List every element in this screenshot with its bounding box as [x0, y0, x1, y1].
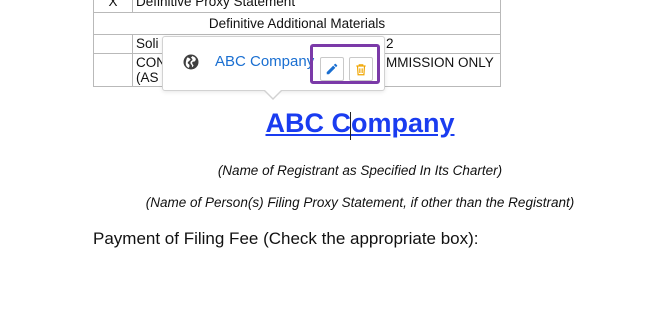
table-cell: Definitive Additional Materials	[93, 12, 501, 35]
cell-tail: MMISSION ONLY	[386, 55, 494, 70]
cell-text: Soli	[136, 36, 159, 51]
table-row: X Definitive Proxy Statement	[93, 0, 501, 13]
cell-tail: 2	[386, 36, 394, 51]
remove-link-button[interactable]	[349, 57, 373, 81]
payment-heading: Payment of Filing Fee (Check the appropr…	[93, 229, 479, 248]
table-cell: Definitive Proxy Statement	[132, 0, 501, 13]
caption-filer: (Name of Person(s) Filing Proxy Statemen…	[145, 195, 575, 210]
pencil-icon	[326, 63, 338, 75]
checkbox-mark[interactable]	[93, 53, 133, 87]
link-url-text[interactable]: ABC Company	[215, 53, 314, 70]
edit-link-button[interactable]	[320, 57, 344, 81]
globe-icon	[183, 54, 199, 70]
checkbox-mark[interactable]: X	[93, 0, 133, 13]
table-row: Definitive Additional Materials	[93, 12, 501, 35]
action-highlight	[310, 44, 380, 84]
link-popup: ABC Company	[162, 36, 385, 100]
text-cursor	[350, 112, 351, 140]
company-name-link[interactable]: ABC Company	[0, 108, 650, 139]
cell-text-line2: (AS	[136, 70, 159, 85]
trash-icon	[356, 63, 366, 75]
caption-registrant: (Name of Registrant as Specified In Its …	[217, 163, 503, 178]
checkbox-mark[interactable]	[93, 34, 133, 54]
